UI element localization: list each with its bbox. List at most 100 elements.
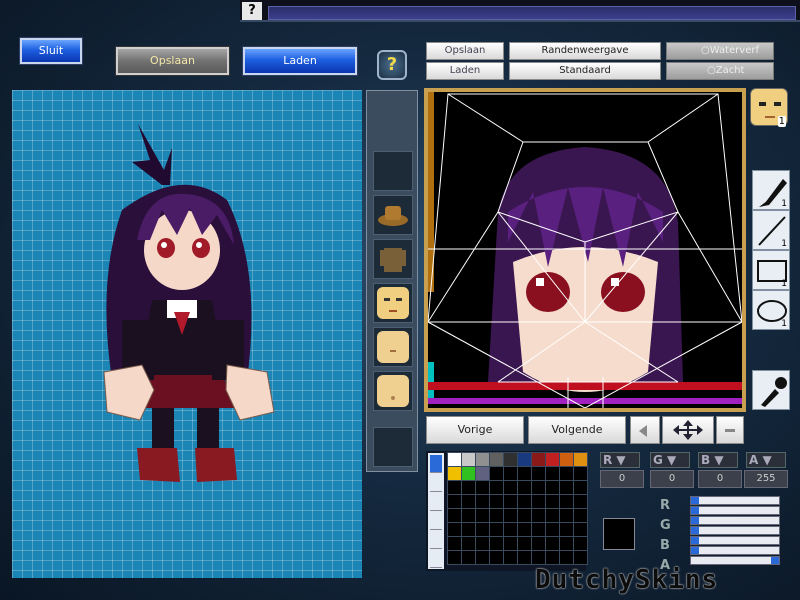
soft-radio[interactable]: ○Zacht xyxy=(666,62,774,80)
color-swatch[interactable] xyxy=(461,494,476,509)
color-swatch[interactable] xyxy=(489,550,504,565)
palette-tab[interactable] xyxy=(430,550,442,568)
color-swatch[interactable] xyxy=(573,480,588,495)
green-slider-2[interactable] xyxy=(690,526,780,535)
color-swatch[interactable] xyxy=(475,480,490,495)
redo-button[interactable] xyxy=(716,416,744,444)
color-swatch[interactable] xyxy=(503,508,518,523)
top-help-button[interactable]: ? xyxy=(242,2,262,20)
part-slot-skin[interactable] xyxy=(373,371,413,411)
edge-view-button[interactable]: Randenweergave xyxy=(509,42,661,60)
alpha-value-field[interactable]: 255 xyxy=(744,470,788,488)
color-swatch[interactable] xyxy=(489,480,504,495)
color-swatch[interactable] xyxy=(545,550,560,565)
palette-tab[interactable] xyxy=(430,455,442,473)
slider-thumb[interactable] xyxy=(691,537,699,544)
color-swatch[interactable] xyxy=(573,508,588,523)
color-swatch[interactable] xyxy=(461,466,476,481)
part-slot-empty[interactable] xyxy=(373,151,413,191)
help-button[interactable]: ? xyxy=(377,50,407,80)
color-swatch[interactable] xyxy=(517,480,532,495)
color-swatch[interactable] xyxy=(489,452,504,467)
save-button[interactable]: Opslaan xyxy=(115,46,230,76)
color-swatch[interactable] xyxy=(503,550,518,565)
red-slider[interactable] xyxy=(690,496,780,505)
color-swatch[interactable] xyxy=(531,466,546,481)
green-value-field[interactable]: 0 xyxy=(650,470,694,488)
color-swatch[interactable] xyxy=(503,480,518,495)
color-swatch[interactable] xyxy=(545,508,560,523)
color-swatch[interactable] xyxy=(447,550,462,565)
palette-tab[interactable] xyxy=(430,493,442,511)
color-swatch[interactable] xyxy=(517,522,532,537)
color-swatch[interactable] xyxy=(475,536,490,551)
color-swatch[interactable] xyxy=(559,494,574,509)
color-swatch[interactable] xyxy=(531,494,546,509)
color-swatch[interactable] xyxy=(475,466,490,481)
color-swatch[interactable] xyxy=(503,536,518,551)
eyedropper-tool[interactable] xyxy=(752,370,790,410)
rectangle-tool[interactable]: 1 xyxy=(752,250,790,290)
color-swatch[interactable] xyxy=(503,522,518,537)
load-button[interactable]: Laden xyxy=(242,46,358,76)
color-swatch[interactable] xyxy=(573,494,588,509)
color-swatch[interactable] xyxy=(545,452,560,467)
color-swatch[interactable] xyxy=(489,466,504,481)
color-swatch[interactable] xyxy=(531,480,546,495)
color-swatch[interactable] xyxy=(573,466,588,481)
brush-tool[interactable]: 1 xyxy=(752,170,790,210)
alpha-slider[interactable] xyxy=(690,556,780,565)
color-swatch[interactable] xyxy=(461,452,476,467)
color-swatch[interactable] xyxy=(559,466,574,481)
color-swatch[interactable] xyxy=(447,536,462,551)
texture-canvas[interactable] xyxy=(427,92,743,409)
color-swatch[interactable] xyxy=(517,550,532,565)
color-swatch[interactable] xyxy=(573,536,588,551)
line-tool[interactable]: 1 xyxy=(752,210,790,250)
color-swatch[interactable] xyxy=(475,550,490,565)
color-swatch[interactable] xyxy=(531,536,546,551)
blue-slider-2[interactable] xyxy=(690,546,780,555)
color-swatch[interactable] xyxy=(503,452,518,467)
color-swatch[interactable] xyxy=(573,550,588,565)
color-swatch[interactable] xyxy=(517,494,532,509)
color-swatch[interactable] xyxy=(447,466,462,481)
blue-slider[interactable] xyxy=(690,536,780,545)
undo-button[interactable] xyxy=(630,416,660,444)
color-swatch[interactable] xyxy=(545,522,560,537)
slider-thumb[interactable] xyxy=(691,527,699,534)
close-button[interactable]: Sluit xyxy=(19,37,83,65)
color-swatch[interactable] xyxy=(489,536,504,551)
green-slider[interactable] xyxy=(690,516,780,525)
color-swatch[interactable] xyxy=(517,536,532,551)
color-swatch[interactable] xyxy=(559,508,574,523)
color-swatch[interactable] xyxy=(573,452,588,467)
color-swatch[interactable] xyxy=(545,466,560,481)
slider-thumb[interactable] xyxy=(691,517,699,524)
color-swatch[interactable] xyxy=(559,522,574,537)
color-swatch[interactable] xyxy=(517,452,532,467)
color-swatch[interactable] xyxy=(517,508,532,523)
color-swatch[interactable] xyxy=(503,494,518,509)
color-swatch[interactable] xyxy=(447,494,462,509)
color-swatch[interactable] xyxy=(531,452,546,467)
green-channel-dropdown[interactable]: G ▼ xyxy=(650,452,690,468)
color-swatch[interactable] xyxy=(447,508,462,523)
next-button[interactable]: Volgende xyxy=(528,416,626,444)
character-preview[interactable] xyxy=(12,90,362,578)
color-swatch[interactable] xyxy=(559,480,574,495)
slider-thumb[interactable] xyxy=(691,547,699,554)
color-swatch[interactable] xyxy=(461,480,476,495)
red-slider-2[interactable] xyxy=(690,506,780,515)
color-swatch[interactable] xyxy=(503,466,518,481)
color-swatch[interactable] xyxy=(475,508,490,523)
move-button[interactable] xyxy=(662,416,714,444)
part-slot-hat[interactable] xyxy=(373,195,413,235)
color-swatch[interactable] xyxy=(531,550,546,565)
color-swatch[interactable] xyxy=(489,508,504,523)
face-part-selector[interactable]: 1 xyxy=(750,88,788,127)
slider-thumb[interactable] xyxy=(691,497,699,504)
palette-tab[interactable] xyxy=(430,474,442,492)
slider-thumb[interactable] xyxy=(771,557,779,564)
slider-thumb[interactable] xyxy=(691,507,699,514)
